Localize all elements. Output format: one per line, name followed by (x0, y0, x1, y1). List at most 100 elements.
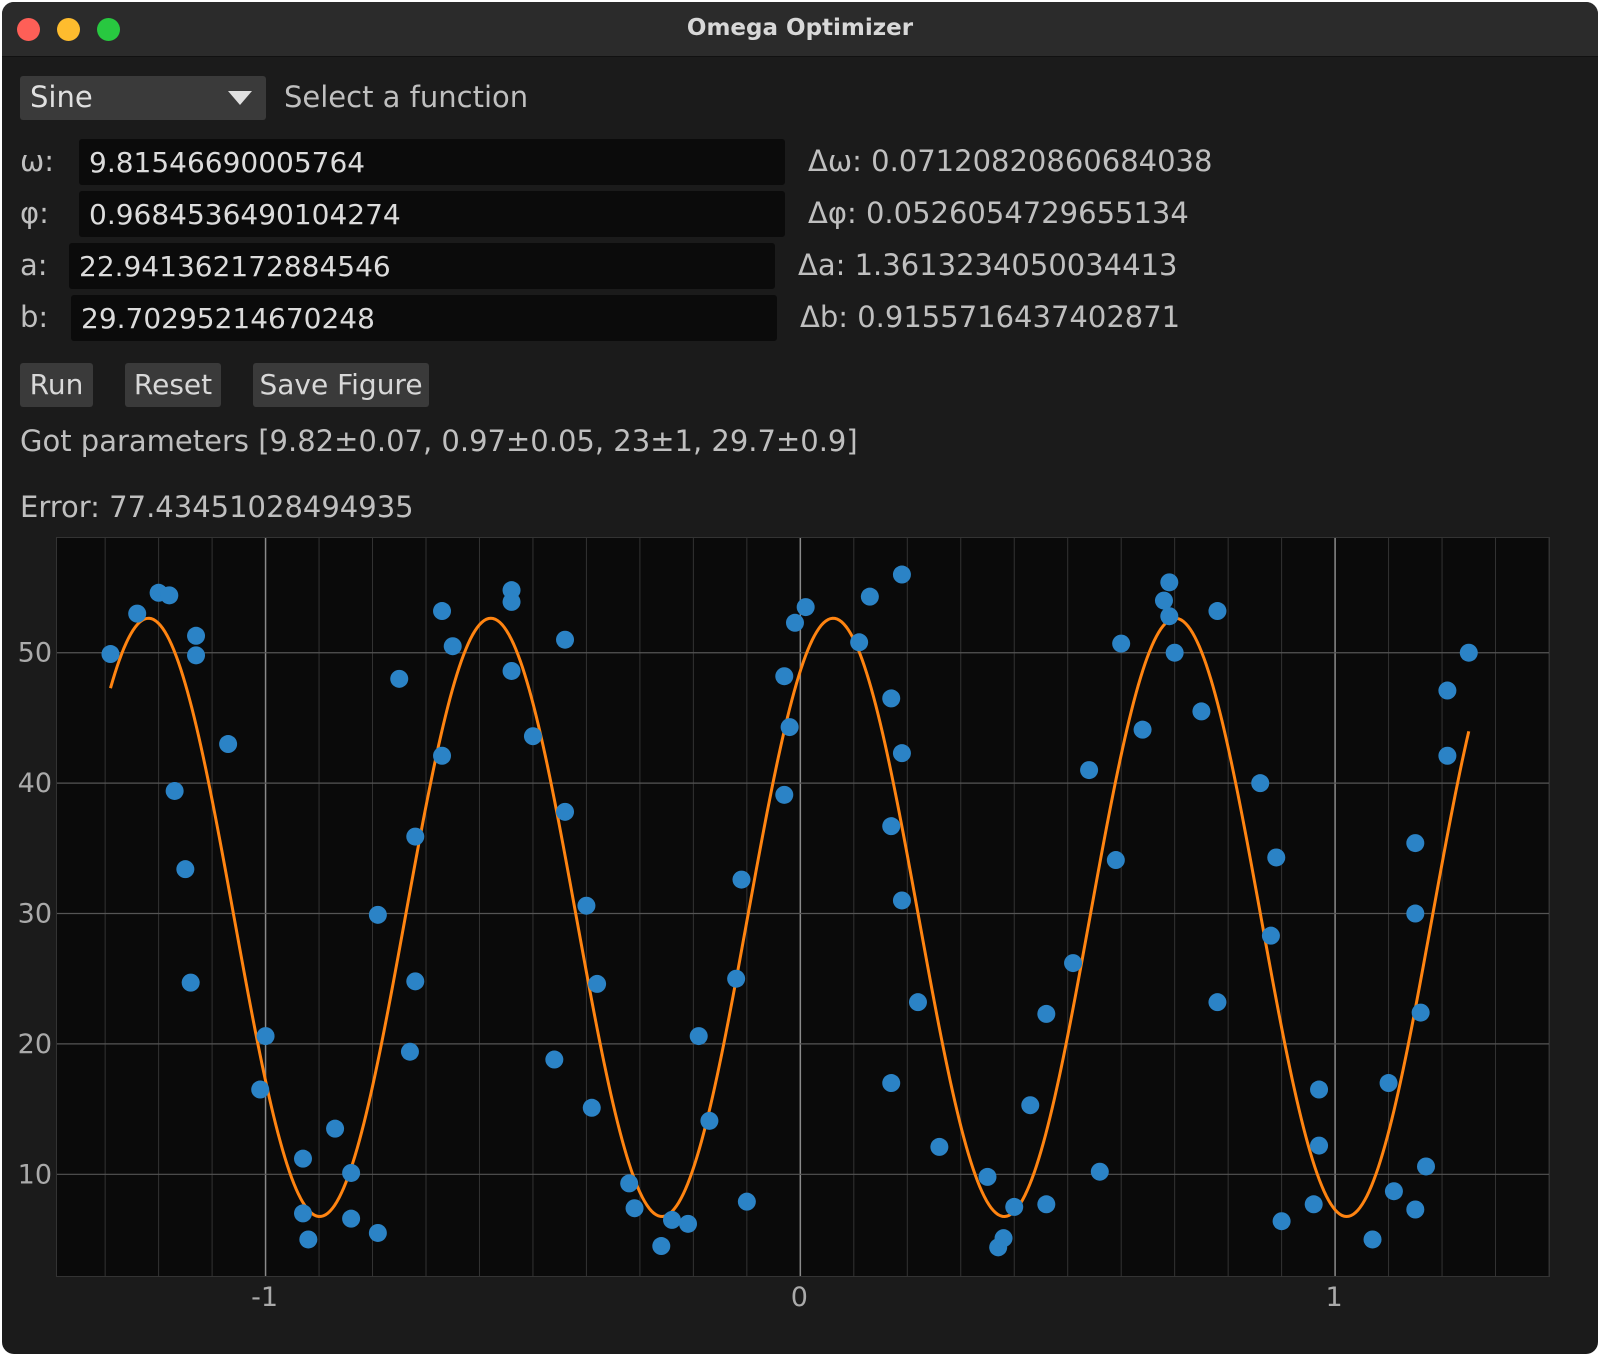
fit-curve (109, 616, 1471, 1219)
data-point (342, 1209, 361, 1228)
data-point (187, 646, 206, 665)
data-point (293, 1149, 312, 1168)
x-tick-label: 1 (1325, 1282, 1342, 1313)
data-point (930, 1137, 949, 1156)
data-point (556, 802, 575, 821)
data-point (1384, 1182, 1403, 1201)
data-point (1459, 643, 1478, 662)
data-point (1267, 848, 1286, 867)
omega-field[interactable] (79, 139, 785, 185)
data-point (689, 1027, 708, 1046)
data-point (502, 661, 521, 680)
data-point (775, 785, 794, 804)
data-point (342, 1163, 361, 1182)
omega-label: ω: (20, 144, 55, 178)
data-point (293, 1204, 312, 1223)
data-point (1310, 1080, 1329, 1099)
b-field[interactable] (71, 295, 777, 341)
data-point (892, 565, 911, 584)
data-point (1379, 1074, 1398, 1093)
data-point (1165, 643, 1184, 662)
data-point (1064, 954, 1083, 973)
data-point (160, 586, 179, 605)
data-point (1133, 720, 1152, 739)
data-point (165, 781, 184, 800)
a-input[interactable] (69, 243, 775, 289)
data-point (1251, 774, 1270, 793)
data-point (1154, 591, 1173, 610)
omega-delta: Δω: 0.07120820860684038 (808, 144, 1213, 178)
data-point (620, 1174, 639, 1193)
data-point (219, 735, 238, 754)
phi-field[interactable] (79, 191, 785, 237)
data-point (780, 718, 799, 737)
data-point (128, 604, 147, 623)
data-point (101, 645, 120, 664)
app-window: Omega Optimizer Sine Select a function ω… (2, 2, 1598, 1354)
data-point (187, 626, 206, 645)
data-point (860, 587, 879, 606)
data-point (882, 689, 901, 708)
x-tick-label: -1 (251, 1282, 278, 1313)
data-point (679, 1214, 698, 1233)
data-points (101, 565, 1478, 1257)
data-point (1272, 1212, 1291, 1231)
phi-label: φ: (20, 196, 49, 230)
x-tick-label: 0 (791, 1282, 808, 1313)
data-point (523, 727, 542, 746)
data-point (502, 592, 521, 611)
data-point (577, 896, 596, 915)
window-title: Omega Optimizer (686, 15, 914, 41)
data-point (1406, 904, 1425, 923)
a-field[interactable] (69, 243, 775, 289)
title-bar: Omega Optimizer (2, 2, 1598, 57)
y-tick-label: 40 (18, 768, 52, 799)
data-point (1112, 634, 1131, 653)
data-point (443, 637, 462, 656)
data-point (181, 973, 200, 992)
data-point (1304, 1195, 1323, 1214)
run-button[interactable]: Run (20, 363, 93, 407)
data-point (1160, 573, 1179, 592)
data-point (1037, 1004, 1056, 1023)
data-point (1037, 1195, 1056, 1214)
data-point (588, 974, 607, 993)
data-point (908, 993, 927, 1012)
reset-button[interactable]: Reset (125, 363, 221, 407)
y-tick-label: 20 (18, 1029, 52, 1060)
grid-major (57, 538, 1549, 1276)
data-point (1406, 1200, 1425, 1219)
data-point (625, 1199, 644, 1218)
a-delta: Δa: 1.3613234050034413 (798, 248, 1178, 282)
omega-input[interactable] (79, 139, 785, 185)
data-point (1406, 834, 1425, 853)
data-point (251, 1080, 270, 1099)
data-point (700, 1111, 719, 1130)
save-figure-button[interactable]: Save Figure (253, 363, 429, 407)
data-point (727, 969, 746, 988)
data-point (176, 860, 195, 879)
result-text: Got parameters [9.82±0.07, 0.97±0.05, 23… (20, 424, 858, 458)
data-point (1310, 1136, 1329, 1155)
data-point (994, 1229, 1013, 1248)
data-point (1261, 926, 1280, 945)
data-point (256, 1027, 275, 1046)
data-point (299, 1230, 318, 1249)
data-point (1363, 1230, 1382, 1249)
data-point (326, 1119, 345, 1138)
phi-input[interactable] (79, 191, 785, 237)
data-point (850, 633, 869, 652)
data-point (662, 1210, 681, 1229)
b-delta: Δb: 0.9155716437402871 (800, 300, 1181, 334)
function-select[interactable]: Sine (20, 76, 266, 120)
data-point (368, 905, 387, 924)
data-point (1090, 1162, 1109, 1181)
data-point (368, 1223, 387, 1242)
plot-area[interactable] (56, 537, 1550, 1277)
data-point (882, 1074, 901, 1093)
data-point (1192, 702, 1211, 721)
b-input[interactable] (71, 295, 777, 341)
function-select-value: Sine (30, 80, 93, 114)
data-point (1438, 746, 1457, 765)
data-point (652, 1237, 671, 1256)
